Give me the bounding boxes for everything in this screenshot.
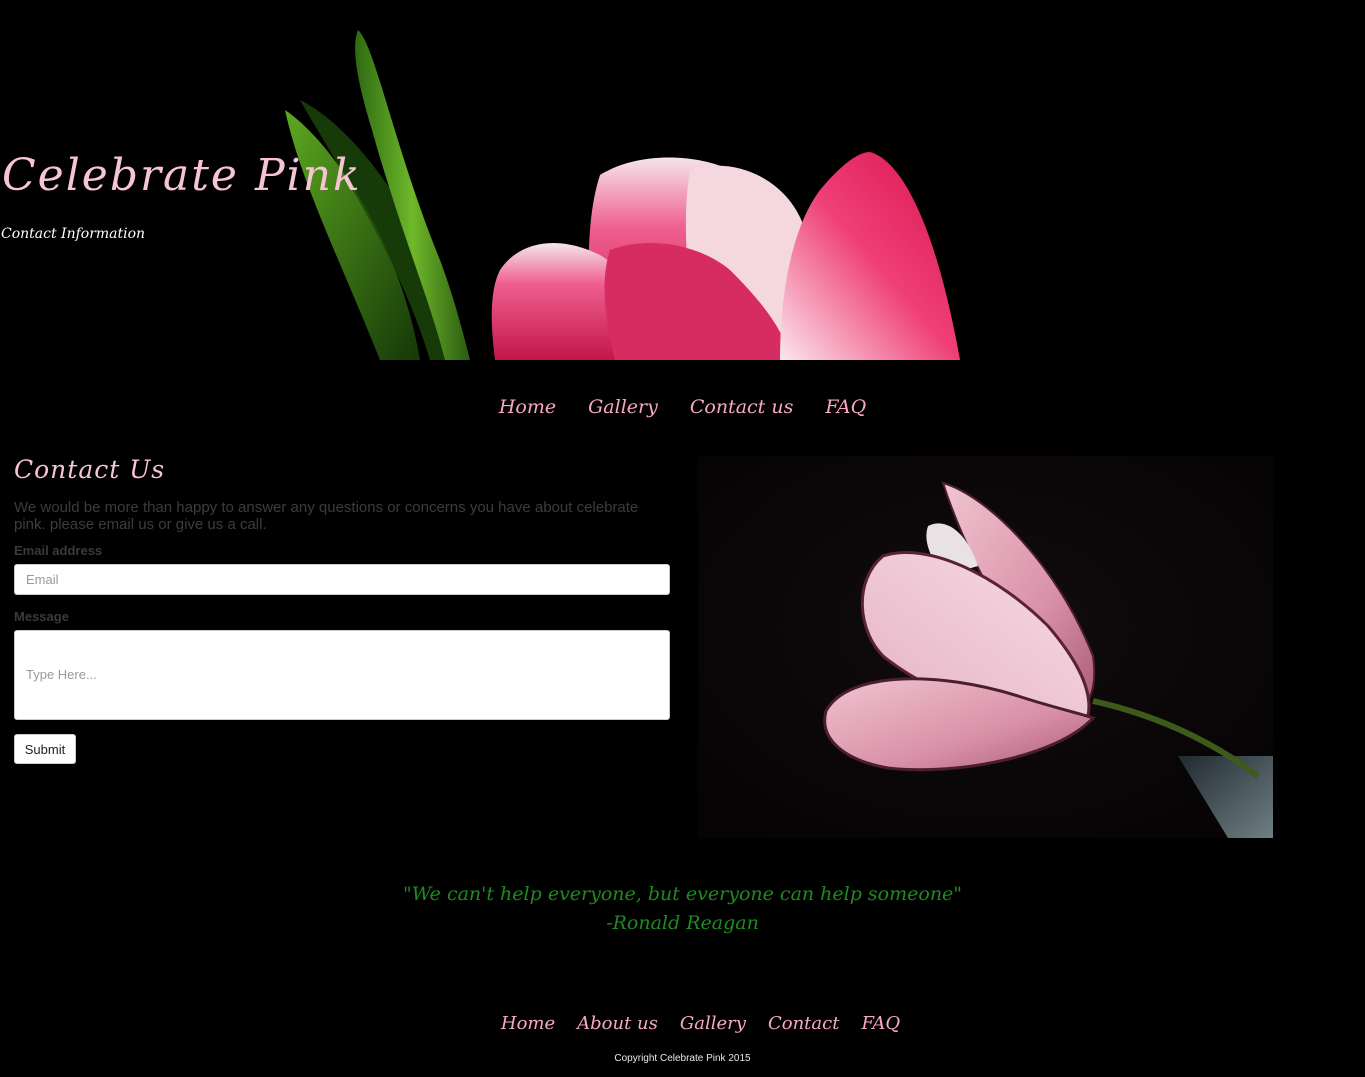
email-label: Email address bbox=[14, 543, 103, 558]
footer-item-faq[interactable]: FAQ bbox=[861, 1013, 900, 1034]
main-nav: Home Gallery Contact us FAQ bbox=[0, 396, 1365, 418]
hero-banner: Celebrate Pink Contact Information bbox=[0, 0, 1365, 360]
message-field[interactable] bbox=[14, 630, 670, 720]
copyright-text: Copyright Celebrate Pink 2015 bbox=[614, 1053, 751, 1064]
quote-author: -Ronald Reagan bbox=[606, 912, 759, 934]
nav-item-faq[interactable]: FAQ bbox=[825, 396, 866, 418]
footer-item-gallery[interactable]: Gallery bbox=[680, 1013, 746, 1034]
email-field[interactable] bbox=[14, 564, 670, 595]
footer-item-home[interactable]: Home bbox=[501, 1013, 555, 1034]
message-label: Message bbox=[14, 609, 69, 624]
footer-item-about-us[interactable]: About us bbox=[577, 1013, 658, 1034]
submit-button[interactable]: Submit bbox=[14, 734, 76, 764]
contact-heading: Contact Us bbox=[14, 455, 166, 484]
nav-item-contact-us[interactable]: Contact us bbox=[690, 396, 793, 418]
quote-text: "We can't help everyone, but everyone ca… bbox=[402, 883, 963, 905]
pink-tulip-photo bbox=[698, 456, 1273, 838]
nav-item-home[interactable]: Home bbox=[499, 396, 556, 418]
footer-item-contact[interactable]: Contact bbox=[768, 1013, 839, 1034]
contact-intro: We would be more than happy to answer an… bbox=[14, 499, 639, 533]
nav-item-gallery[interactable]: Gallery bbox=[588, 396, 658, 418]
footer-nav: Home About us Gallery Contact FAQ bbox=[0, 1013, 1365, 1034]
site-title: Celebrate Pink bbox=[2, 150, 362, 201]
page-subtitle: Contact Information bbox=[1, 226, 146, 242]
quote-block: "We can't help everyone, but everyone ca… bbox=[0, 880, 1365, 938]
